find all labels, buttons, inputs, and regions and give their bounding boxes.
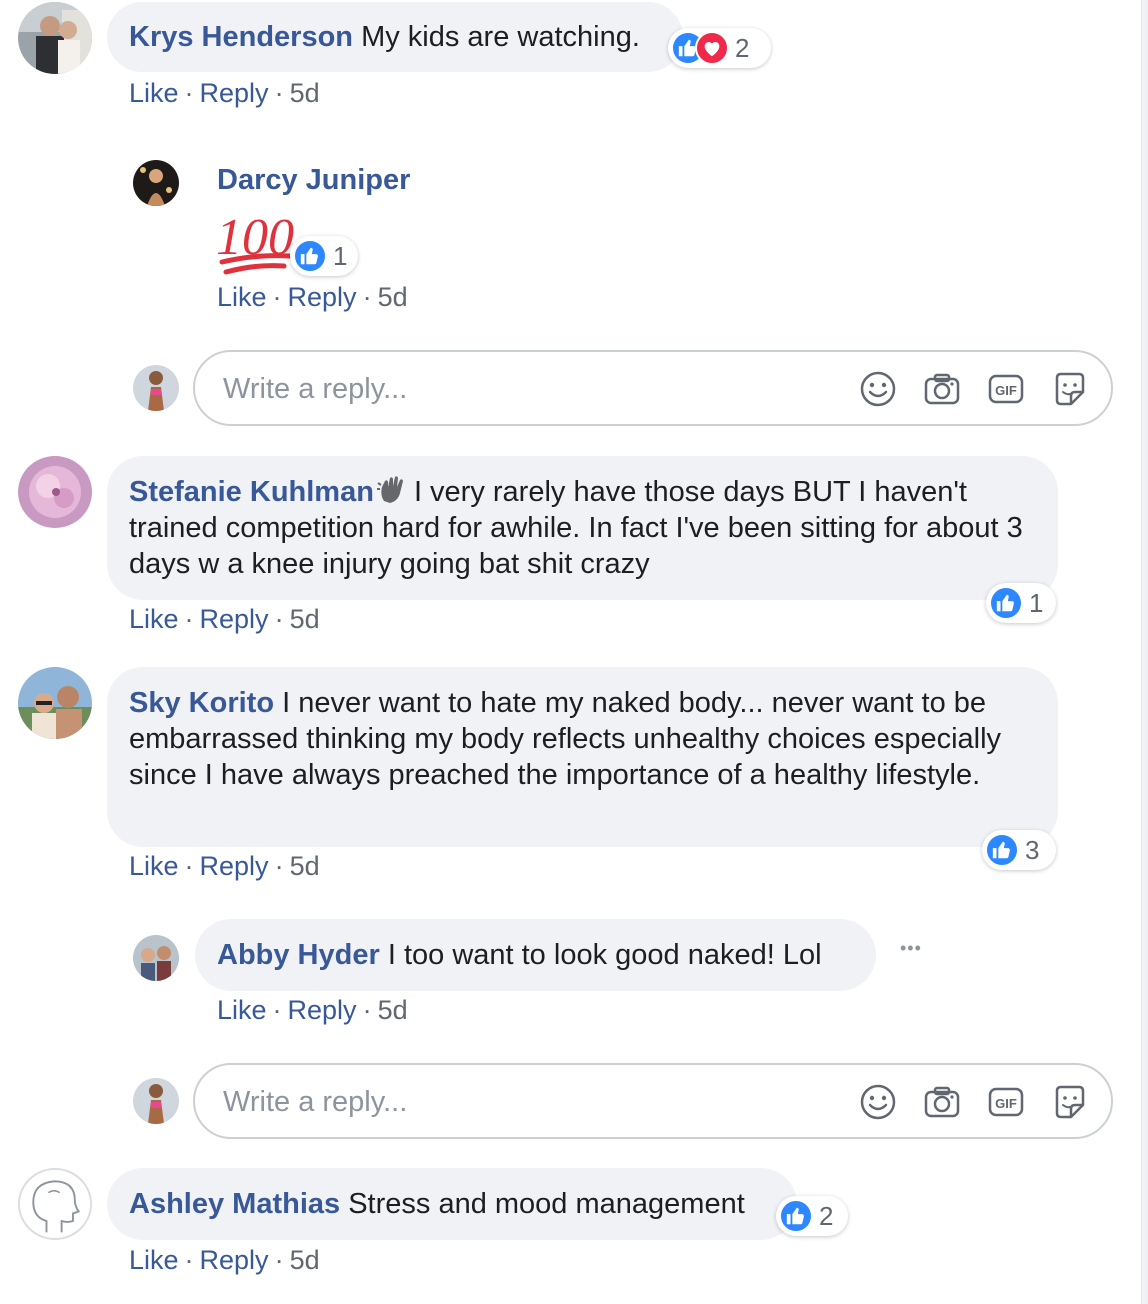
- reaction-summary[interactable]: 1: [290, 236, 358, 276]
- comment-author[interactable]: Darcy Juniper: [217, 164, 410, 196]
- like-link[interactable]: Like: [129, 78, 179, 108]
- comment-actions: Like · Reply · 5d: [217, 995, 408, 1025]
- reply-input-box[interactable]: GIF: [193, 1063, 1113, 1139]
- reaction-count: 2: [819, 1200, 834, 1231]
- comment-actions: Like · Reply · 5d: [217, 282, 408, 312]
- reaction-summary[interactable]: 1: [986, 583, 1056, 623]
- comment-actions: Like · Reply · 5d: [129, 78, 320, 108]
- comment-timestamp[interactable]: 5d: [290, 604, 320, 634]
- reply-link[interactable]: Reply: [288, 282, 357, 312]
- like-reaction-icon: [779, 1199, 813, 1233]
- comment-bubble: Sky Korito I never want to hate my naked…: [107, 667, 1058, 847]
- like-reaction-icon: [989, 586, 1023, 620]
- comment-author[interactable]: Krys Henderson: [129, 21, 353, 53]
- like-link[interactable]: Like: [129, 604, 179, 634]
- reply-link[interactable]: Reply: [200, 1245, 269, 1275]
- current-user-avatar: [133, 365, 179, 411]
- comment-author[interactable]: Ashley Mathias: [129, 1188, 340, 1220]
- comment-timestamp[interactable]: 5d: [290, 851, 320, 881]
- like-reaction-icon: [985, 833, 1019, 867]
- more-options-icon[interactable]: •••: [900, 938, 922, 959]
- avatar[interactable]: [18, 1168, 92, 1240]
- avatar[interactable]: [18, 667, 92, 739]
- hundred-points-icon[interactable]: 100: [216, 204, 296, 280]
- avatar[interactable]: [133, 935, 179, 981]
- comment-actions: Like · Reply · 5d: [129, 604, 320, 634]
- comment-timestamp[interactable]: 5d: [378, 282, 408, 312]
- like-link[interactable]: Like: [129, 1245, 179, 1275]
- camera-icon[interactable]: [923, 370, 961, 408]
- waving-hand-icon: [376, 475, 408, 505]
- gif-icon[interactable]: GIF: [987, 370, 1025, 408]
- svg-text:GIF: GIF: [995, 383, 1017, 398]
- reply-input[interactable]: [221, 1081, 825, 1123]
- comment-bubble: Darcy Juniper: [217, 162, 517, 202]
- avatar[interactable]: [18, 2, 92, 74]
- svg-text:GIF: GIF: [995, 1096, 1017, 1111]
- reply-link[interactable]: Reply: [288, 995, 357, 1025]
- reaction-summary[interactable]: 3: [982, 830, 1056, 870]
- reply-input-box[interactable]: GIF: [193, 350, 1113, 426]
- avatar[interactable]: [133, 160, 179, 206]
- comment-author[interactable]: Sky Korito: [129, 687, 274, 719]
- comment-timestamp[interactable]: 5d: [290, 78, 320, 108]
- love-reaction-icon: [695, 31, 729, 65]
- comment-text: My kids are watching.: [361, 21, 640, 53]
- comment-actions: Like · Reply · 5d: [129, 1245, 320, 1275]
- comment-timestamp[interactable]: 5d: [378, 995, 408, 1025]
- reaction-summary[interactable]: 2: [668, 28, 771, 68]
- like-reaction-icon: [293, 239, 327, 273]
- reply-input[interactable]: [221, 368, 825, 410]
- gif-icon[interactable]: GIF: [987, 1083, 1025, 1121]
- reply-link[interactable]: Reply: [200, 78, 269, 108]
- comment-bubble: Krys Henderson My kids are watching.: [107, 2, 683, 72]
- comment-text: I too want to look good naked! Lol: [387, 939, 822, 971]
- reaction-summary[interactable]: 2: [776, 1196, 848, 1236]
- comment-author[interactable]: Abby Hyder: [217, 939, 380, 971]
- avatar[interactable]: [18, 456, 92, 528]
- reply-link[interactable]: Reply: [200, 604, 269, 634]
- comment-bubble: Ashley Mathias Stress and mood managemen…: [107, 1168, 797, 1240]
- reaction-count: 1: [1029, 587, 1044, 618]
- reaction-count: 2: [735, 32, 750, 63]
- current-user-avatar: [133, 1078, 179, 1124]
- camera-icon[interactable]: [923, 1083, 961, 1121]
- comment-author[interactable]: Stefanie Kuhlman: [129, 476, 374, 508]
- emoji-icon[interactable]: [859, 370, 897, 408]
- comment-bubble: Abby Hyder I too want to look good naked…: [195, 919, 876, 991]
- reaction-count: 3: [1025, 834, 1040, 865]
- like-link[interactable]: Like: [217, 282, 267, 312]
- comment-text: Stress and mood management: [348, 1188, 745, 1220]
- emoji-icon[interactable]: [859, 1083, 897, 1121]
- reaction-count: 1: [333, 240, 348, 271]
- sticker-icon[interactable]: [1051, 370, 1089, 408]
- comment-actions: Like · Reply · 5d: [129, 851, 320, 881]
- like-link[interactable]: Like: [217, 995, 267, 1025]
- comment-bubble: Stefanie Kuhlman I very rarely have those…: [107, 456, 1058, 600]
- reply-link[interactable]: Reply: [200, 851, 269, 881]
- scrollbar-track[interactable]: [1141, 0, 1148, 1304]
- sticker-icon[interactable]: [1051, 1083, 1089, 1121]
- comment-timestamp[interactable]: 5d: [290, 1245, 320, 1275]
- like-link[interactable]: Like: [129, 851, 179, 881]
